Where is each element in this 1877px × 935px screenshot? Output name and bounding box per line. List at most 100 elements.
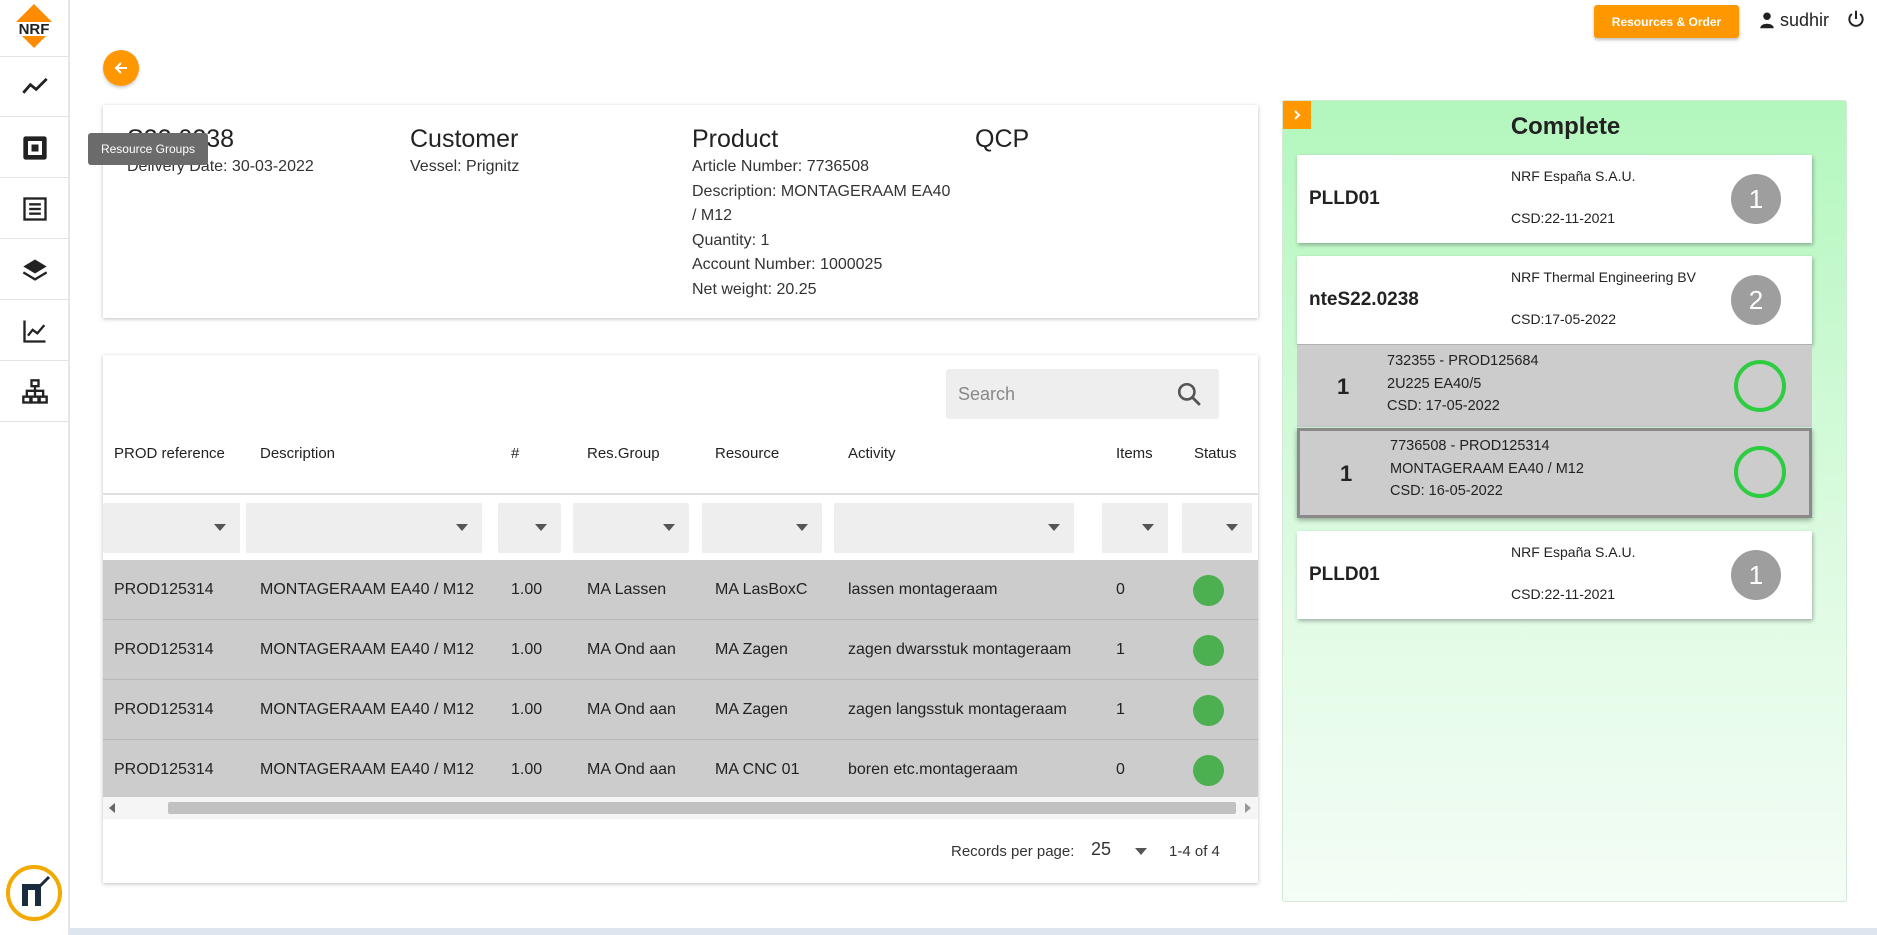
- group-csd: CSD:17-05-2022: [1511, 311, 1617, 327]
- list-icon: [23, 196, 47, 221]
- vessel: Vessel: Prignitz: [410, 158, 520, 175]
- search-icon[interactable]: [1176, 381, 1202, 407]
- chevron-down-icon: [1226, 524, 1238, 531]
- cell-description: MONTAGERAAM EA40 / M12: [260, 581, 474, 598]
- sitemap-icon: [22, 378, 48, 404]
- sidebar-item-list[interactable]: [0, 179, 70, 239]
- count-badge: 1: [1731, 174, 1781, 224]
- resource-groups-tooltip-overlay: Resource Groups: [88, 133, 208, 165]
- sidebar-item-hierarchy[interactable]: [0, 362, 70, 422]
- layers-icon: [22, 259, 48, 281]
- column-header-resource[interactable]: Resource: [715, 445, 779, 462]
- net-weight: Net weight: 20.25: [692, 280, 817, 298]
- filter-status[interactable]: [1182, 503, 1252, 553]
- user-icon: [1760, 12, 1774, 29]
- filter-prod-reference[interactable]: [103, 503, 240, 553]
- column-header-res-group[interactable]: Res.Group: [587, 445, 660, 462]
- cell-quantity: 1.00: [511, 761, 543, 778]
- sidebar-item-layers[interactable]: [0, 240, 70, 300]
- sidebar-item-trends[interactable]: [0, 301, 70, 361]
- customer-title: Customer: [410, 125, 519, 153]
- back-button[interactable]: [103, 50, 139, 86]
- records-per-page-value: 25: [1091, 839, 1112, 859]
- company-badge-icon: [6, 865, 62, 921]
- filter-items[interactable]: [1102, 503, 1168, 553]
- cell-activity: zagen dwarsstuk montageraam: [848, 641, 1072, 658]
- chevron-down-icon: [535, 524, 547, 531]
- group-name: PLLD01: [1309, 564, 1380, 585]
- resource-groups-icon: [23, 135, 47, 160]
- user-menu[interactable]: sudhir: [1758, 8, 1829, 32]
- article-number: Article Number: 7736508: [692, 158, 869, 175]
- filter-quantity[interactable]: [498, 503, 561, 553]
- table-row[interactable]: PROD125314 MONTAGERAAM EA40 / M12 1.00 MA L…: [103, 560, 1258, 620]
- arrow-left-icon: [114, 62, 127, 74]
- scrollbar-thumb[interactable]: [168, 802, 1236, 814]
- group-name: PLLD01: [1309, 188, 1380, 209]
- cell-items: 1: [1116, 641, 1125, 658]
- sub-item[interactable]: 1 732355 - PROD125684 2U225 EA40/5 CSD: …: [1297, 344, 1812, 427]
- bottom-strip: [70, 928, 1877, 935]
- horizontal-scrollbar[interactable]: [103, 797, 1258, 819]
- filter-activity[interactable]: [834, 503, 1074, 553]
- cell-resource: MA Zagen: [715, 701, 788, 718]
- search-input[interactable]: [958, 379, 1158, 409]
- group-card[interactable]: PLLD01 NRF España S.A.U. CSD:22-11-2021 …: [1297, 531, 1812, 619]
- table-row[interactable]: PROD125314 MONTAGERAAM EA40 / M12 1.00 MA O…: [103, 620, 1258, 680]
- cell-quantity: 1.00: [511, 641, 543, 658]
- logo-text: NRF: [19, 21, 50, 38]
- cell-items: 0: [1116, 761, 1125, 778]
- sub-item-line-2: 2U225 EA40/5: [1387, 376, 1482, 392]
- chevron-down-icon: [796, 524, 808, 531]
- chevron-down-icon: [1142, 524, 1154, 531]
- column-header-quantity[interactable]: #: [511, 445, 519, 462]
- filter-description[interactable]: [246, 503, 482, 553]
- column-header-prod-reference[interactable]: PROD reference: [114, 445, 225, 462]
- cell-description: MONTAGERAAM EA40 / M12: [260, 641, 474, 658]
- power-icon[interactable]: [1846, 9, 1866, 29]
- count-badge: 1: [1731, 550, 1781, 600]
- group-company: NRF Thermal Engineering BV: [1511, 269, 1696, 285]
- table-row[interactable]: PROD125314 MONTAGERAAM EA40 / M12 1.00 MA O…: [103, 680, 1258, 740]
- product-column: Product Article Number: 7736508 Descript…: [692, 123, 950, 302]
- sub-item-selected[interactable]: 1 7736508 - PROD125314 MONTAGERAAM EA40 …: [1297, 428, 1812, 518]
- cell-res-group: MA Lassen: [587, 581, 667, 598]
- records-per-page-select[interactable]: 25: [1091, 839, 1153, 865]
- cell-res-group: MA Ond aan: [587, 701, 676, 718]
- status-indicator: [1193, 575, 1224, 606]
- sidebar-item-analytics[interactable]: [0, 57, 70, 117]
- group-csd: CSD:22-11-2021: [1511, 586, 1616, 602]
- group-card[interactable]: nteS22.0238 NRF Thermal Engineering BV C…: [1297, 256, 1812, 344]
- column-header-items[interactable]: Items: [1116, 445, 1153, 462]
- cell-description: MONTAGERAAM EA40 / M12: [260, 701, 474, 718]
- description-line-2: / M12: [692, 207, 733, 224]
- group-csd: CSD:22-11-2021: [1511, 210, 1616, 226]
- group-name: nteS22.0238: [1309, 289, 1419, 310]
- nrf-logo: NRF: [6, 4, 62, 48]
- filter-resource[interactable]: [702, 503, 822, 553]
- table-row[interactable]: PROD125314 MONTAGERAAM EA40 / M12 1.00 MA O…: [103, 740, 1258, 800]
- column-header-description[interactable]: Description: [260, 445, 335, 462]
- scroll-left-icon[interactable]: [109, 803, 115, 813]
- column-header-activity[interactable]: Activity: [848, 445, 896, 462]
- product-title: Product: [692, 125, 779, 153]
- scroll-right-icon[interactable]: [1245, 803, 1251, 813]
- column-header-status[interactable]: Status: [1194, 445, 1237, 462]
- sidebar-item-resource-groups[interactable]: [0, 118, 70, 178]
- order-info-card: S22.0238 Delivery Date: 30-03-2022 Custo…: [103, 105, 1258, 318]
- chevron-down-icon: [1135, 848, 1147, 855]
- sub-item-line-1: 7736508 - PROD125314: [1390, 438, 1550, 454]
- username: sudhir: [1780, 9, 1830, 30]
- sub-item-line-3: CSD: 16-05-2022: [1390, 483, 1503, 499]
- line-chart-icon: [22, 77, 48, 94]
- chevron-down-icon: [1048, 524, 1060, 531]
- group-card[interactable]: PLLD01 NRF España S.A.U. CSD:22-11-2021 …: [1297, 155, 1812, 243]
- description-line-1: Description: MONTAGERAAM EA40: [692, 182, 951, 200]
- chevron-down-icon: [214, 524, 226, 531]
- filter-res-group[interactable]: [573, 503, 689, 553]
- records-per-page-label: Records per page:: [951, 843, 1075, 860]
- resources-order-button[interactable]: Resources & Order: [1594, 5, 1739, 38]
- status-indicator: [1193, 755, 1224, 786]
- complete-panel: Complete PLLD01 NRF España S.A.U. CSD:22…: [1282, 100, 1847, 902]
- panel-title: Complete: [1510, 113, 1621, 140]
